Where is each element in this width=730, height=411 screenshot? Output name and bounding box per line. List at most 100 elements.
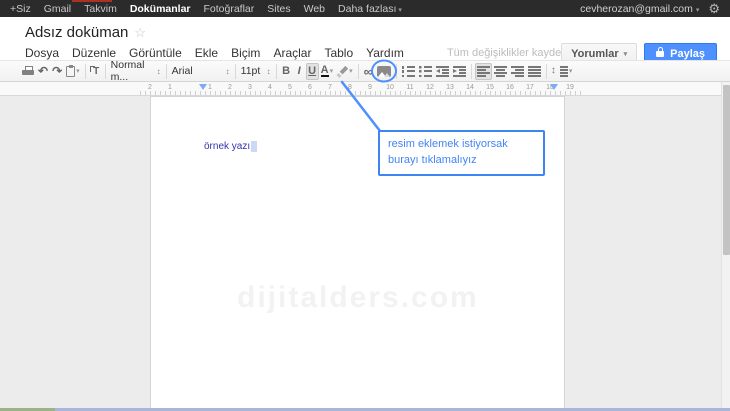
- font-select[interactable]: Arial↕: [170, 63, 232, 80]
- numbered-list-button[interactable]: [400, 63, 417, 80]
- lock-icon: [656, 51, 664, 57]
- styles-select[interactable]: Normal m...↕: [109, 63, 163, 80]
- menu-item[interactable]: Araçlar: [273, 46, 311, 60]
- text-color-button[interactable]: A▾: [319, 63, 335, 80]
- menu-item[interactable]: Biçim: [231, 46, 260, 60]
- topnav-item[interactable]: Dokümanlar: [130, 3, 191, 15]
- ruler-number: 19: [560, 83, 580, 95]
- web-clipboard-button[interactable]: ▾: [64, 63, 82, 80]
- bold-icon: B: [282, 65, 290, 77]
- insert-link-icon: ∞: [364, 64, 373, 79]
- ruler-number: 9: [360, 83, 380, 95]
- ruler-number: 1: [160, 83, 180, 95]
- align-left-button[interactable]: [475, 63, 492, 80]
- undo-icon: ↶: [38, 64, 48, 78]
- align-right-button[interactable]: [509, 63, 526, 80]
- underline-button[interactable]: U: [306, 63, 319, 80]
- chevron-down-icon: ▾: [349, 67, 353, 75]
- print-button[interactable]: [20, 63, 36, 80]
- ruler-number: 11: [400, 83, 420, 95]
- align-right-icon: [511, 66, 524, 77]
- menu-item[interactable]: Yardım: [366, 46, 404, 60]
- line-spacing-icon: ↕: [552, 66, 568, 77]
- undo-button[interactable]: ↶: [36, 63, 50, 80]
- ruler-number: 2: [140, 83, 160, 95]
- line-spacing-button[interactable]: ↕▾: [550, 63, 575, 80]
- document-title[interactable]: Adsız doküman: [25, 24, 128, 41]
- topnav-item[interactable]: Web: [304, 3, 325, 15]
- menu-item[interactable]: Ekle: [195, 46, 218, 60]
- align-justify-icon: [528, 66, 541, 77]
- paint-format-icon: T: [91, 66, 99, 77]
- font-size-select[interactable]: 11pt↕: [239, 63, 273, 80]
- insert-image-icon: [377, 66, 391, 77]
- bold-button[interactable]: B: [280, 63, 293, 80]
- scrollbar-thumb[interactable]: [723, 85, 730, 255]
- text-color-icon: A: [321, 65, 329, 77]
- toolbar-separator: [85, 64, 86, 79]
- ruler-number: 3: [240, 83, 260, 95]
- align-center-icon: [494, 66, 507, 77]
- right-margin-marker[interactable]: [550, 84, 558, 90]
- toolbar-separator: [396, 64, 397, 79]
- toolbar-separator: [105, 64, 106, 79]
- chevron-down-icon: ▾: [569, 67, 573, 75]
- select-arrows-icon: ↕: [157, 67, 161, 76]
- outdent-button[interactable]: [434, 63, 451, 80]
- align-center-button[interactable]: [492, 63, 509, 80]
- topnav-item[interactable]: Sites: [267, 3, 290, 15]
- highlight-button[interactable]: ▾: [335, 63, 355, 80]
- chevron-down-icon: ▾: [398, 7, 402, 14]
- bullet-list-button[interactable]: [417, 63, 434, 80]
- menu-item[interactable]: Dosya: [25, 46, 59, 60]
- left-margin-marker[interactable]: [199, 84, 207, 90]
- menu-item[interactable]: Tablo: [324, 46, 353, 60]
- ruler-number: 16: [500, 83, 520, 95]
- account-menu[interactable]: cevherozan@gmail.com ▾: [580, 3, 699, 15]
- chevron-down-icon: ▾: [624, 50, 628, 58]
- redo-icon: ↷: [52, 64, 62, 78]
- italic-button[interactable]: I: [293, 63, 306, 80]
- topnav-item[interactable]: Daha fazlası▾: [338, 3, 402, 15]
- ruler-number: 12: [420, 83, 440, 95]
- insert-image-button[interactable]: [375, 63, 393, 80]
- gear-icon[interactable]: ⚙: [708, 2, 720, 15]
- scrollbar-track[interactable]: [721, 82, 730, 408]
- document-text[interactable]: örnek yazı: [204, 141, 257, 152]
- ruler: 2112345678910111213141516171819: [0, 82, 730, 96]
- italic-icon: I: [298, 65, 301, 77]
- ruler-number: [180, 83, 200, 95]
- indent-button[interactable]: [451, 63, 468, 80]
- ruler-number: 17: [520, 83, 540, 95]
- numbered-list-icon: [402, 66, 415, 77]
- align-justify-button[interactable]: [526, 63, 543, 80]
- star-icon[interactable]: ☆: [134, 25, 146, 41]
- menu-item[interactable]: Görüntüle: [129, 46, 182, 60]
- print-icon: [22, 66, 34, 76]
- title-row: Adsız doküman ☆: [25, 17, 730, 41]
- ruler-number: 7: [320, 83, 340, 95]
- redo-button[interactable]: ↷: [50, 63, 64, 80]
- align-left-icon: [477, 66, 490, 77]
- topnav-item[interactable]: Gmail: [44, 3, 71, 15]
- menu-item[interactable]: Düzenle: [72, 46, 116, 60]
- chevron-down-icon: ▾: [330, 67, 334, 75]
- indent-icon: [453, 66, 466, 77]
- ruler-number: 14: [460, 83, 480, 95]
- chevron-down-icon: ▾: [76, 67, 80, 75]
- toolbar-separator: [471, 64, 472, 79]
- text-cursor: [251, 141, 257, 152]
- paint-format-button[interactable]: T: [89, 63, 102, 80]
- underline-icon: U: [308, 65, 316, 77]
- ruler-number: 8: [340, 83, 360, 95]
- ruler-number: 4: [260, 83, 280, 95]
- topnav-item[interactable]: Takvim: [84, 3, 117, 15]
- topnav-item[interactable]: Fotoğraflar: [204, 3, 255, 15]
- insert-link-button[interactable]: ∞: [362, 63, 375, 80]
- highlight-icon: [337, 66, 348, 77]
- ruler-number: 5: [280, 83, 300, 95]
- topnav-item[interactable]: +Siz: [10, 3, 31, 15]
- outdent-icon: [436, 66, 449, 77]
- toolbar-separator: [276, 64, 277, 79]
- annotation-callout: resim eklemek istiyorsak burayı tıklamal…: [378, 130, 545, 176]
